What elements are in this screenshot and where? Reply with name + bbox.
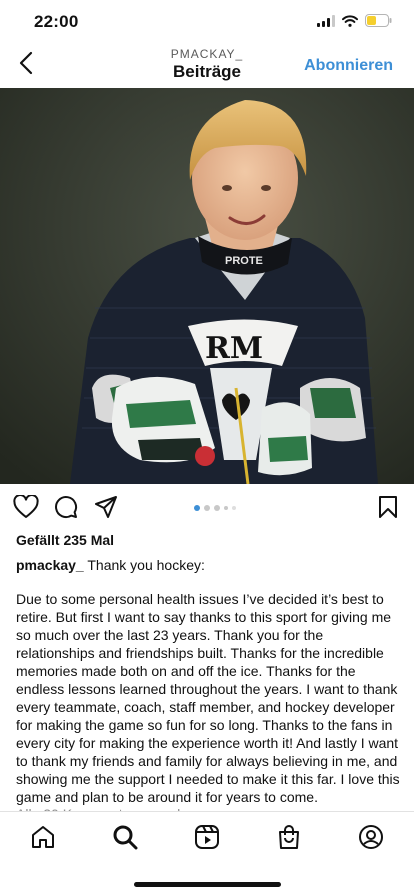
carousel-dot	[204, 505, 210, 511]
carousel-dot	[194, 505, 200, 511]
tab-search[interactable]	[111, 825, 139, 853]
caption-body: Due to some personal health issues I’ve …	[16, 591, 400, 805]
home-icon	[30, 824, 56, 855]
header-username: PMACKAY_	[170, 47, 244, 61]
status-time: 22:00	[34, 12, 79, 31]
bookmark-icon	[378, 495, 398, 524]
page-title: Beiträge	[172, 62, 242, 81]
share-button[interactable]	[92, 495, 120, 523]
chevron-left-icon	[19, 51, 33, 80]
header-titles: PMACKAY_ Beiträge	[107, 47, 307, 83]
back-button[interactable]	[12, 50, 40, 80]
tab-home[interactable]	[29, 825, 57, 853]
like-button[interactable]	[12, 493, 40, 524]
comment-button[interactable]	[52, 495, 80, 523]
heart-icon	[13, 493, 39, 524]
post-photo[interactable]: PROTE RM	[0, 88, 414, 484]
search-icon	[112, 824, 138, 855]
caption-head: pmackay_ Thank you hockey:	[16, 556, 205, 574]
profile-icon	[358, 824, 384, 855]
post-actions	[0, 492, 414, 526]
carousel-dot	[224, 506, 228, 510]
signal-icon	[317, 14, 335, 32]
comment-icon	[54, 495, 78, 524]
tab-reels[interactable]	[193, 824, 221, 855]
header: PMACKAY_ Beiträge Abonnieren	[0, 44, 414, 88]
shop-icon	[276, 824, 302, 855]
jersey-text: RM	[205, 331, 263, 366]
home-indicator[interactable]	[134, 882, 281, 887]
reels-icon	[194, 824, 220, 855]
collar-text: PROTE	[225, 255, 263, 267]
tab-shop[interactable]	[275, 824, 303, 855]
wifi-icon	[342, 14, 358, 32]
caption-title: Thank you hockey:	[83, 557, 205, 573]
carousel-dot	[214, 505, 220, 511]
status-bar: 22:00	[0, 0, 414, 44]
caption-username[interactable]: pmackay_	[16, 557, 84, 573]
bookmark-button[interactable]	[374, 495, 402, 523]
battery-level	[367, 16, 376, 25]
carousel-indicator	[194, 505, 236, 511]
status-icons	[317, 14, 392, 32]
carousel-dot	[232, 506, 236, 510]
share-icon	[94, 495, 118, 524]
follow-button[interactable]: Abonnieren	[304, 57, 393, 75]
battery-icon	[365, 14, 392, 32]
likes-count[interactable]: Gefällt 235 Mal	[16, 532, 114, 548]
tab-profile[interactable]	[357, 824, 385, 855]
